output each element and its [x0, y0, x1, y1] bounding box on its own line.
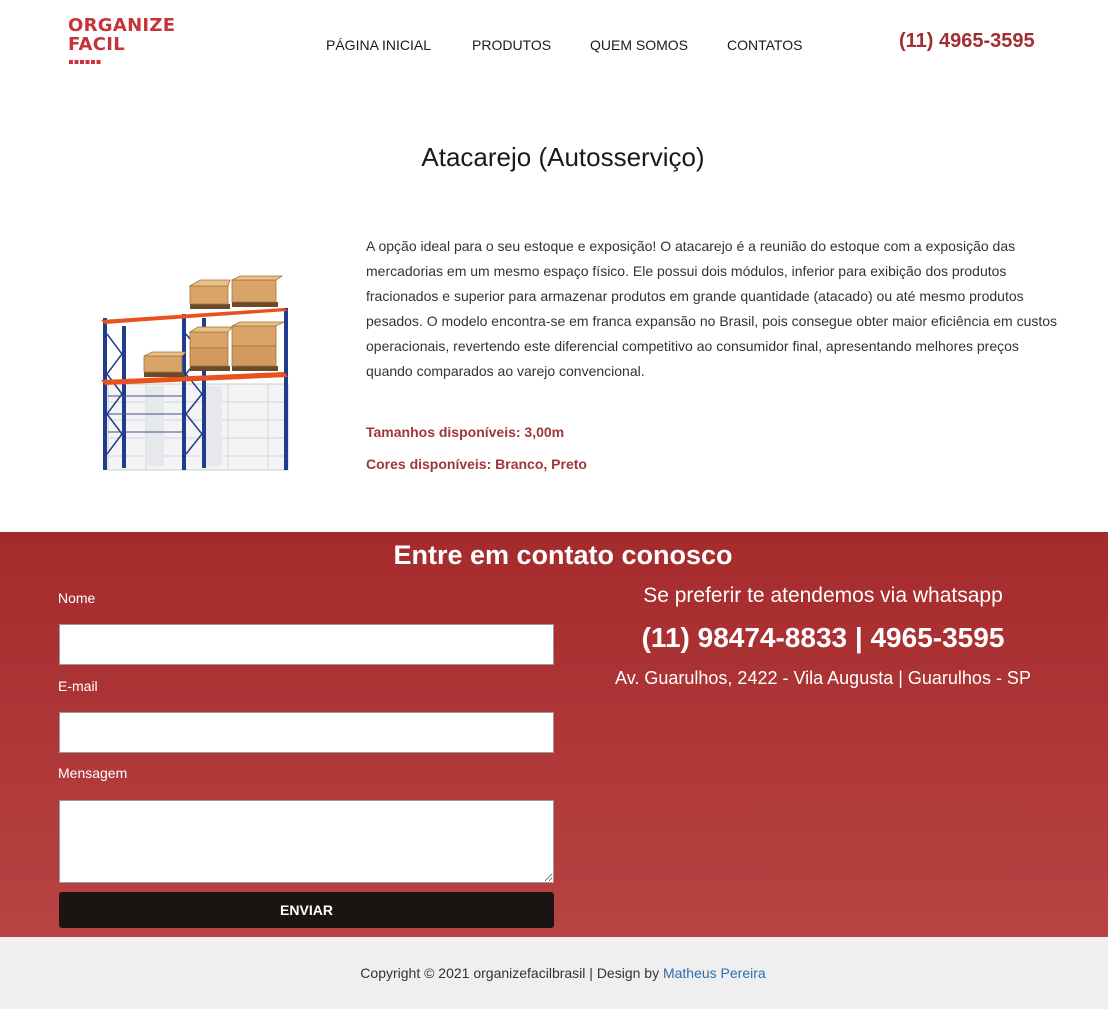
- available-colors: Cores disponíveis: Branco, Preto: [366, 456, 587, 472]
- header-phone[interactable]: (11) 4965-3595: [899, 30, 1035, 53]
- product-image: [98, 274, 298, 480]
- pallet-rack-illustration: [101, 275, 289, 471]
- product-description: A opção ideal para o seu estoque e expos…: [366, 238, 1058, 379]
- submit-button[interactable]: ENVIAR: [59, 892, 554, 928]
- nav-item-home[interactable]: PÁGINA INICIAL: [326, 37, 431, 53]
- logo[interactable]: ORGANIZE FACIL: [68, 16, 178, 68]
- nav-item-about[interactable]: QUEM SOMOS: [590, 37, 688, 53]
- site-footer: Copyright © 2021 organizefacilbrasil | D…: [0, 937, 1108, 1009]
- logo-dots: [69, 60, 102, 64]
- footer-text: Copyright © 2021 organizefacilbrasil | D…: [0, 965, 1108, 981]
- contact-section: Entre em contato conosco Nome E-mail Men…: [0, 532, 1108, 937]
- message-label: Mensagem: [58, 765, 128, 781]
- name-label: Nome: [58, 590, 96, 606]
- whatsapp-text: Se preferir te atendemos via whatsapp: [643, 584, 1003, 607]
- nav-item-contacts[interactable]: CONTATOS: [727, 37, 802, 53]
- email-label: E-mail: [58, 678, 98, 694]
- name-input[interactable]: [59, 624, 554, 665]
- contact-phones[interactable]: (11) 98474-8833 | 4965-3595: [565, 622, 1081, 654]
- nav-item-products[interactable]: PRODUTOS: [472, 37, 551, 53]
- logo-line-1: ORGANIZE: [68, 15, 176, 36]
- available-sizes: Tamanhos disponíveis: 3,00m: [366, 424, 565, 440]
- address: Av. Guarulhos, 2422 - Vila Augusta | Gua…: [615, 668, 1031, 688]
- page-title: Atacarejo (Autosserviço): [421, 142, 705, 172]
- email-input[interactable]: [59, 712, 554, 753]
- copyright-text: Copyright © 2021 organizefacilbrasil | D…: [360, 965, 663, 981]
- contact-title: Entre em contato conosco: [393, 540, 733, 570]
- message-textarea[interactable]: [59, 800, 554, 883]
- site-header: ORGANIZE FACIL PÁGINA INICIAL PRODUTOS Q…: [0, 0, 1108, 92]
- designer-link[interactable]: Matheus Pereira: [663, 965, 766, 981]
- logo-line-2: FACIL: [68, 34, 126, 55]
